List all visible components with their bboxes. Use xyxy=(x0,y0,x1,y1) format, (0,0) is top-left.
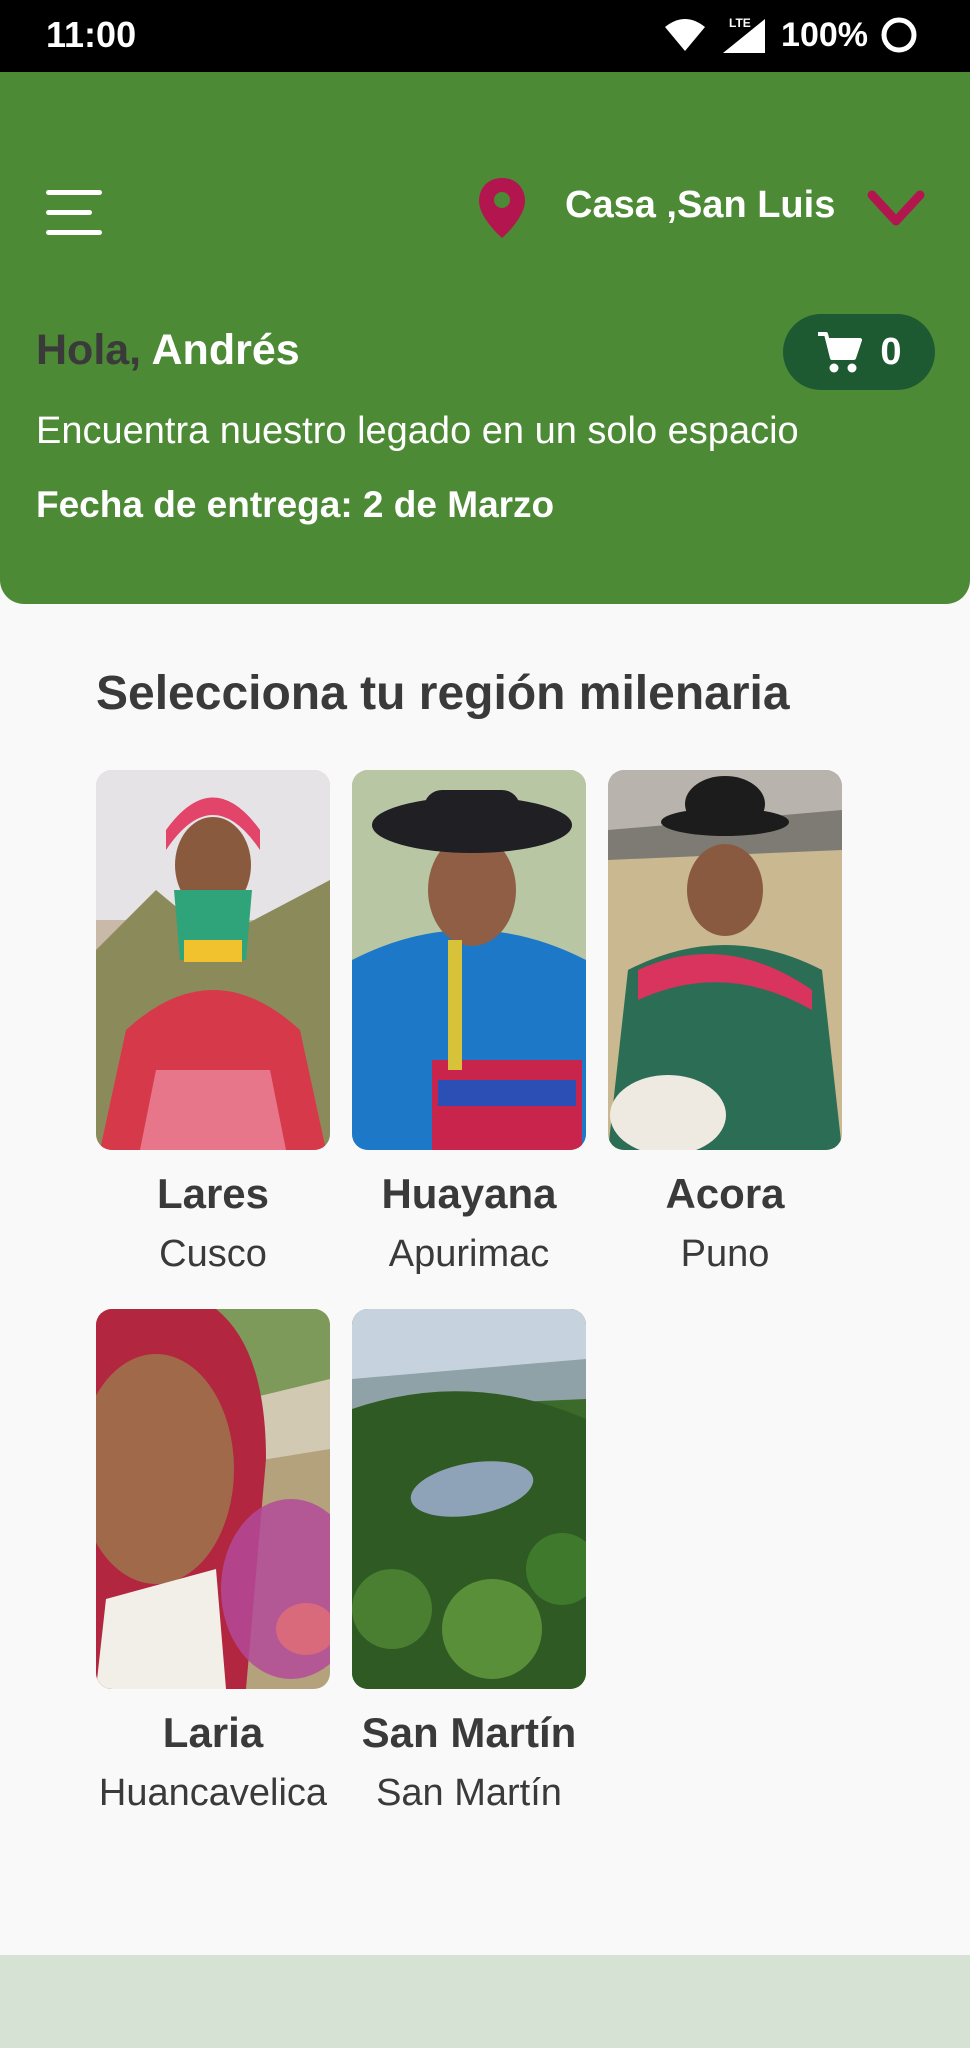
battery-percentage: 100% xyxy=(781,15,868,54)
cart-count: 0 xyxy=(880,330,902,373)
region-location: Cusco xyxy=(159,1233,267,1275)
svg-text:LTE: LTE xyxy=(729,16,751,30)
chevron-down-icon[interactable] xyxy=(866,187,926,233)
status-bar: 11:00 LTE 100% xyxy=(0,0,970,72)
bottom-navigation-area xyxy=(0,1955,970,2048)
wifi-icon xyxy=(665,19,706,51)
greeting: Hola, Andrés xyxy=(36,326,300,375)
region-card-acora[interactable]: Acora Puno xyxy=(608,770,842,1280)
signal-icon: LTE xyxy=(723,16,766,53)
region-photo xyxy=(96,770,330,1150)
region-name: Acora xyxy=(665,1170,785,1217)
region-photo xyxy=(608,770,842,1150)
region-name: Lares xyxy=(156,1170,270,1217)
header-subtitle: Encuentra nuestro legado en un solo espa… xyxy=(36,410,799,452)
location-label[interactable]: Casa ,San Luis xyxy=(565,184,835,227)
region-card-laria[interactable]: Laria Huancavelica xyxy=(96,1309,330,1819)
hamburger-menu-icon[interactable] xyxy=(40,180,110,246)
region-location: Huancavelica xyxy=(98,1772,328,1814)
status-time: 11:00 xyxy=(46,14,137,55)
region-location: Apurimac xyxy=(388,1233,550,1275)
region-location: San Martín xyxy=(376,1772,562,1814)
region-card-lares[interactable]: Lares Cusco xyxy=(96,770,330,1280)
region-card-huayana[interactable]: Huayana Apurimac xyxy=(352,770,586,1280)
section-title: Selecciona tu región milenaria xyxy=(96,667,790,720)
region-photo xyxy=(352,770,586,1150)
greeting-prefix: Hola, xyxy=(36,326,142,374)
cart-button[interactable]: 0 xyxy=(783,314,935,390)
region-photo xyxy=(96,1309,330,1689)
battery-icon xyxy=(881,17,917,53)
region-name: Laria xyxy=(162,1709,264,1756)
region-location: Puno xyxy=(680,1233,770,1275)
shopping-cart-icon xyxy=(818,332,863,373)
region-card-san-martin[interactable]: San Martín San Martín xyxy=(352,1309,586,1819)
region-photo xyxy=(352,1309,586,1689)
status-icons: LTE 100% xyxy=(663,12,918,58)
delivery-date: Fecha de entrega: 2 de Marzo xyxy=(36,484,555,525)
region-name: Huayana xyxy=(381,1170,557,1217)
header: Casa ,San Luis Hola, Andrés 0 Encuentra … xyxy=(0,72,970,604)
user-name: Andrés xyxy=(151,326,300,374)
location-pin-icon[interactable] xyxy=(476,176,528,240)
region-name: San Martín xyxy=(361,1709,577,1756)
